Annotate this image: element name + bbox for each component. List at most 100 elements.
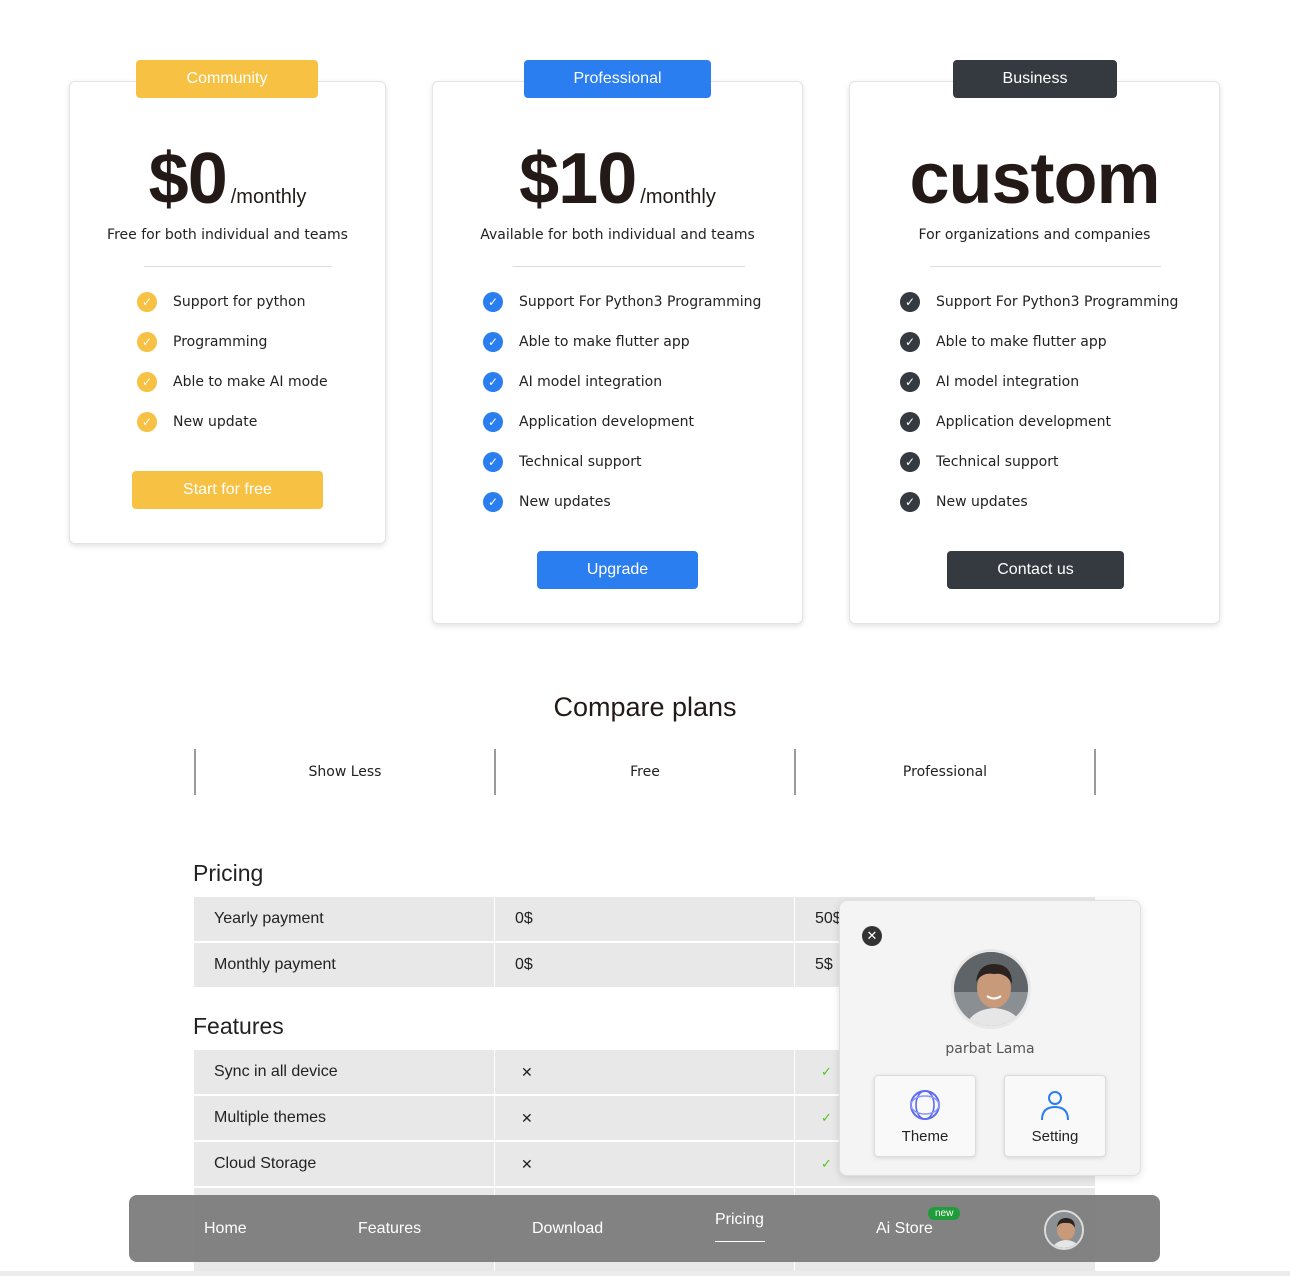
feature-item: ✓ New updates <box>900 492 1028 512</box>
feature-item: ✓ Support for python <box>137 292 305 312</box>
plan-subtitle: Available for both individual and teams <box>480 227 755 243</box>
compare-plans-title: Compare plans <box>553 692 737 722</box>
show-less-toggle[interactable]: Show Less <box>194 749 494 795</box>
tick-icon: ✓ <box>821 1110 832 1125</box>
feature-label: New updates <box>519 494 611 510</box>
check-icon: ✓ <box>137 292 157 312</box>
cross-icon: ✕ <box>521 1155 533 1172</box>
tile-label: Theme <box>901 1127 949 1145</box>
nav-ai-store[interactable]: Ai Store <box>876 1195 933 1262</box>
setting-button[interactable]: Setting <box>1004 1075 1106 1157</box>
tick-icon: ✓ <box>821 1064 832 1079</box>
feature-label: Application development <box>936 414 1112 430</box>
theme-icon <box>910 1089 940 1120</box>
feature-item: ✓ Able to make flutter app <box>483 332 690 352</box>
row-label: Yearly payment <box>214 910 324 927</box>
feature-item: ✓ Technical support <box>900 452 1059 472</box>
feature-label: Technical support <box>936 454 1059 470</box>
check-icon: ✓ <box>900 372 920 392</box>
plan-amount: $0 <box>148 139 228 219</box>
avatar <box>951 949 1031 1029</box>
nav-download[interactable]: Download <box>532 1195 603 1262</box>
divider <box>144 266 332 267</box>
check-icon: ✓ <box>137 372 157 392</box>
feature-label: Able to make flutter app <box>519 334 690 350</box>
feature-label: Application development <box>519 414 695 430</box>
nav-features[interactable]: Features <box>358 1195 421 1262</box>
feature-item: ✓ Able to make AI mode <box>137 372 328 392</box>
plan-card-business: custom For organizations and companies ✓… <box>849 81 1220 624</box>
row-label: Cloud Storage <box>214 1155 317 1172</box>
start-for-free-button[interactable]: Start for free <box>132 471 323 509</box>
bottom-nav: Home Features Download Pricing Ai Store … <box>129 1195 1160 1262</box>
column-free: Free <box>494 749 794 795</box>
check-icon: ✓ <box>483 332 503 352</box>
plan-badge-business: Business <box>953 60 1117 98</box>
plan-badge-community: Community <box>136 60 318 98</box>
close-icon[interactable]: ✕ <box>862 926 882 946</box>
check-icon: ✓ <box>137 332 157 352</box>
plan-subtitle: Free for both individual and teams <box>107 227 348 243</box>
contact-us-button[interactable]: Contact us <box>947 551 1124 589</box>
check-icon: ✓ <box>900 332 920 352</box>
upgrade-button[interactable]: Upgrade <box>537 551 698 589</box>
check-icon: ✓ <box>137 412 157 432</box>
check-icon: ✓ <box>900 412 920 432</box>
cell-free: 0$ <box>494 943 794 987</box>
active-underline <box>715 1241 765 1242</box>
feature-label: New update <box>173 414 258 430</box>
check-icon: ✓ <box>483 292 503 312</box>
feature-item: ✓ Support For Python3 Programming <box>900 292 1178 312</box>
feature-item: ✓ Able to make flutter app <box>900 332 1107 352</box>
feature-label: Able to make flutter app <box>936 334 1107 350</box>
feature-item: ✓ Application development <box>900 412 1111 432</box>
user-icon <box>1041 1090 1069 1120</box>
avatar[interactable] <box>1044 1210 1084 1250</box>
check-icon: ✓ <box>483 452 503 472</box>
feature-item: ✓ Programming <box>137 332 267 352</box>
cross-icon: ✕ <box>521 1063 533 1080</box>
tile-label: Setting <box>1031 1127 1079 1145</box>
footer-divider <box>0 1271 1290 1276</box>
nav-home[interactable]: Home <box>204 1195 247 1262</box>
plan-subtitle: For organizations and companies <box>918 227 1151 243</box>
feature-label: Support For Python3 Programming <box>936 294 1179 310</box>
feature-item: ✓ Support For Python3 Programming <box>483 292 761 312</box>
check-icon: ✓ <box>483 372 503 392</box>
nav-pricing[interactable]: Pricing <box>715 1186 764 1253</box>
check-icon: ✓ <box>483 492 503 512</box>
plan-price: custom <box>850 138 1219 220</box>
plan-price: $10/monthly <box>433 138 802 220</box>
check-icon: ✓ <box>900 292 920 312</box>
feature-label: Support For Python3 Programming <box>519 294 762 310</box>
row-label: Sync in all device <box>214 1063 338 1080</box>
plan-period: /monthly <box>640 186 716 208</box>
feature-label: Able to make AI mode <box>173 374 328 390</box>
divider <box>930 266 1161 267</box>
feature-label: Support for python <box>173 294 306 310</box>
feature-item: ✓ New updates <box>483 492 611 512</box>
row-label: Multiple themes <box>214 1109 327 1126</box>
feature-item: ✓ AI model integration <box>483 372 662 392</box>
pricing-heading: Pricing <box>193 860 264 886</box>
plan-amount: $10 <box>519 139 637 219</box>
plan-card-professional: $10/monthly Available for both individua… <box>432 81 803 624</box>
theme-button[interactable]: Theme <box>874 1075 976 1157</box>
cell-free: 0$ <box>494 897 794 941</box>
plan-amount: custom <box>909 139 1160 219</box>
feature-item: ✓ AI model integration <box>900 372 1079 392</box>
feature-item: ✓ Technical support <box>483 452 642 472</box>
check-icon: ✓ <box>483 412 503 432</box>
plan-period: /monthly <box>230 186 307 208</box>
feature-item: ✓ Application development <box>483 412 694 432</box>
feature-label: New updates <box>936 494 1028 510</box>
plan-card-community: $0/monthly Free for both individual and … <box>69 81 386 544</box>
new-badge: new <box>928 1207 961 1220</box>
divider <box>513 266 745 267</box>
feature-label: AI model integration <box>519 374 663 390</box>
feature-item: ✓ New update <box>137 412 257 432</box>
feature-label: AI model integration <box>936 374 1080 390</box>
features-heading: Features <box>193 1013 284 1039</box>
row-label: Monthly payment <box>214 956 336 973</box>
plan-badge-professional: Professional <box>524 60 711 98</box>
